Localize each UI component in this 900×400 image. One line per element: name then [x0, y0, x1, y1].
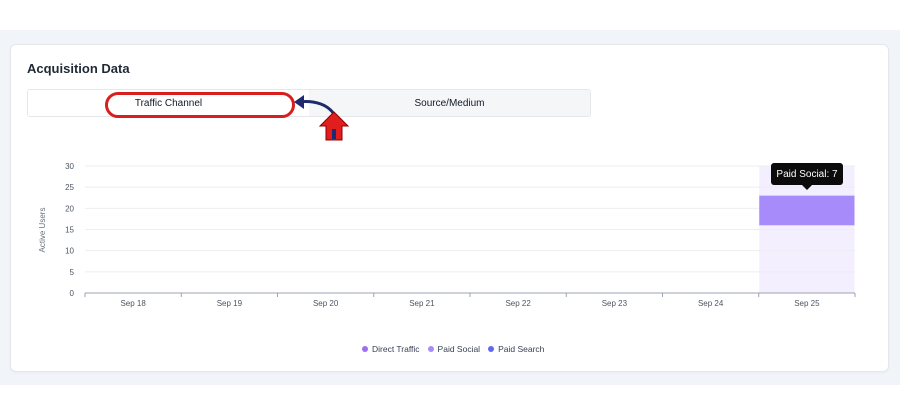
x-tick-label: Sep 23 [602, 299, 628, 308]
legend-dot [427, 346, 434, 352]
legend-item-paid-search[interactable]: Paid Search [488, 344, 544, 354]
tooltip-pointer [802, 185, 812, 190]
y-tick-label: 0 [70, 289, 75, 298]
bar-paid-social[interactable] [759, 195, 855, 226]
x-tick-label: Sep 19 [217, 299, 243, 308]
x-tick-label: Sep 21 [409, 299, 435, 308]
y-tick-label: 25 [65, 183, 74, 192]
y-tick-label: 10 [65, 247, 74, 256]
y-tick-label: 20 [65, 204, 74, 213]
y-tick-label: 5 [70, 268, 75, 277]
chart-bars [759, 195, 855, 226]
x-tick-label: Sep 25 [794, 299, 820, 308]
y-axis-label: Active Users [38, 208, 47, 253]
legend-label: Direct Traffic [372, 344, 420, 354]
chart-gridlines [85, 165, 855, 273]
tooltip-text: Paid Social: 7 [776, 168, 838, 180]
legend-label: Paid Search [498, 344, 545, 354]
x-tick-label: Sep 22 [505, 299, 531, 308]
chart-tooltip: Paid Social: 7 [771, 163, 843, 185]
chart-legend: Direct Traffic Paid Social Paid Search [362, 344, 544, 354]
x-tick-label: Sep 18 [120, 299, 146, 308]
chart-x-tick-labels: Sep 18 Sep 19 Sep 20 Sep 21 Sep 22 Sep 23 Sep … [120, 299, 820, 308]
legend-item-direct-traffic[interactable]: Direct Traffic [362, 344, 420, 354]
x-tick-label: Sep 20 [313, 299, 339, 308]
legend-dot [488, 346, 495, 352]
chart-x-axis [84, 292, 856, 297]
y-tick-label: 30 [65, 162, 74, 171]
legend-item-paid-social[interactable]: Paid Social [427, 344, 481, 354]
legend-dot [362, 346, 368, 352]
chart-y-tick-labels: 0 5 10 15 20 25 30 [65, 162, 74, 298]
y-tick-label: 15 [65, 226, 74, 235]
legend-label: Paid Social [437, 344, 481, 354]
x-tick-label: Sep 24 [698, 299, 724, 308]
acquisition-chart: 051015202530 Sep 18 Sep 19 Sep 20 Sep 21 Sep… [38, 162, 856, 308]
